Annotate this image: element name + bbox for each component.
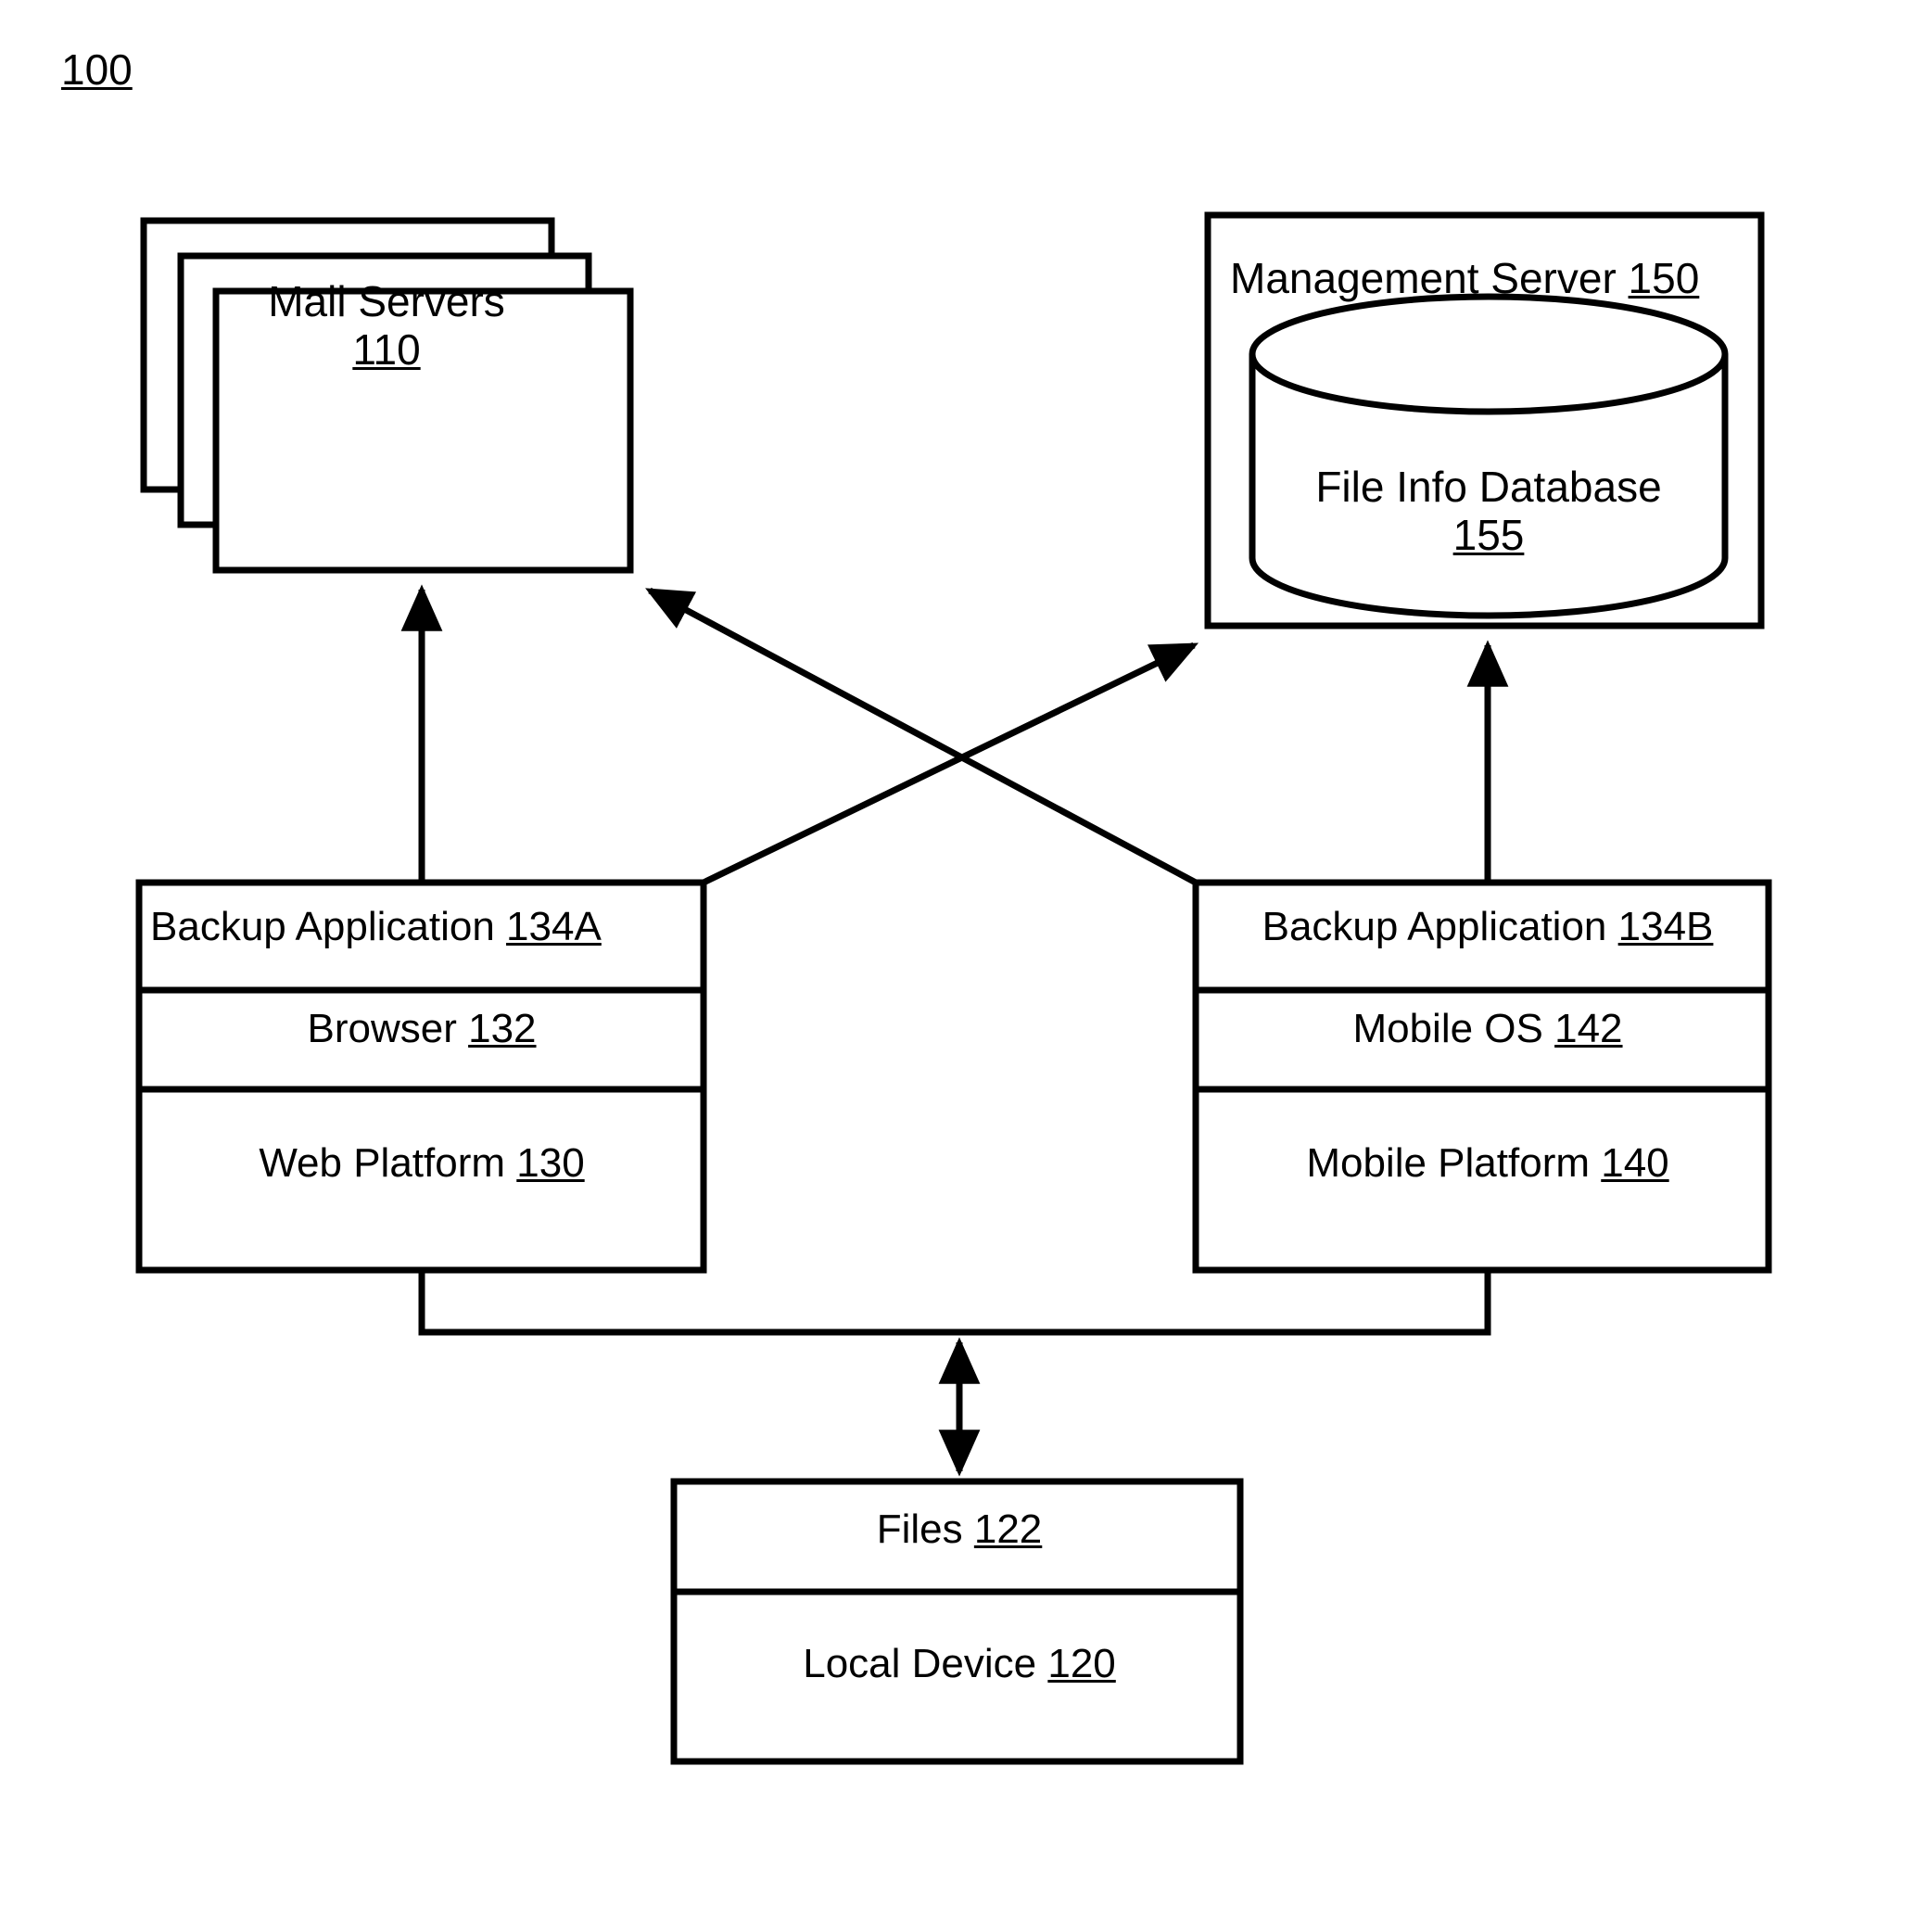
backup-application-a-ref: 134A <box>506 904 602 949</box>
mobile-platform-title: Mobile Platform <box>1306 1140 1591 1186</box>
browser-label: Browser 132 <box>307 1006 536 1051</box>
backup-application-b-ref: 134B <box>1617 904 1714 949</box>
figure-canvas: 100 Mail Servers 110 Management Server 1… <box>0 0 1915 1932</box>
connector-mobile-to-mail <box>645 587 1198 886</box>
mail-servers-ref: 110 <box>352 324 421 374</box>
files-label: Files 122 <box>877 1506 1043 1552</box>
management-server-ref: 150 <box>1628 254 1700 302</box>
browser-ref: 132 <box>468 1006 537 1051</box>
mobile-os-label: Mobile OS 142 <box>1352 1006 1622 1051</box>
files-ref: 122 <box>973 1506 1043 1552</box>
file-info-database-title: File Info Database <box>1315 463 1662 511</box>
file-info-database-cylinder[interactable] <box>1249 293 1729 619</box>
mobile-platform-ref: 140 <box>1601 1140 1669 1186</box>
mobile-platform-label: Mobile Platform 140 <box>1306 1140 1668 1186</box>
connector-platforms-bus <box>418 1270 1491 1336</box>
mobile-os-ref: 142 <box>1554 1006 1623 1051</box>
local-device-ref: 120 <box>1047 1641 1116 1686</box>
figure-number: 100 <box>61 45 133 95</box>
browser-title: Browser <box>307 1006 457 1051</box>
mail-servers-title: Mail Servers <box>268 277 505 325</box>
connector-web-to-mgmt <box>702 642 1199 886</box>
management-server-title: Management Server <box>1230 254 1617 302</box>
backup-application-b-title: Backup Application <box>1262 904 1607 949</box>
backup-application-a-label: Backup Application 134A <box>150 904 602 949</box>
backup-application-b-label: Backup Application 134B <box>1262 904 1714 949</box>
web-platform-ref: 130 <box>516 1140 585 1186</box>
mail-servers-stack[interactable] <box>140 217 634 574</box>
web-platform-title: Web Platform <box>259 1140 506 1186</box>
backup-application-a-title: Backup Application <box>150 904 495 949</box>
management-server-label: Management Server 150 <box>1230 254 1700 303</box>
file-info-database-ref: 155 <box>1452 510 1525 559</box>
file-info-database-label: File Info Database 155 <box>1315 463 1662 559</box>
mobile-os-title: Mobile OS <box>1352 1006 1543 1051</box>
mail-servers-label: Mail Servers 110 <box>268 277 505 374</box>
web-platform-label: Web Platform 130 <box>259 1140 584 1186</box>
figure-number-value: 100 <box>61 45 133 94</box>
files-title: Files <box>876 1506 963 1552</box>
local-device-label: Local Device 120 <box>803 1641 1116 1686</box>
local-device-title: Local Device <box>803 1641 1037 1686</box>
